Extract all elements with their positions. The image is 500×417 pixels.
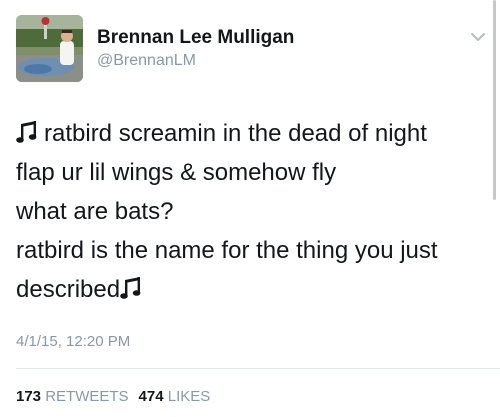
chevron-down-icon[interactable]: [470, 30, 486, 42]
musical-note-icon: [120, 273, 142, 299]
tweet-line: described: [16, 270, 488, 309]
tweet-line: flap ur lil wings & somehow fly: [16, 159, 337, 186]
divider: [16, 368, 500, 369]
musical-note-icon: [16, 117, 38, 143]
retweets-count: 173: [16, 388, 42, 405]
tweet-line: what are bats?: [16, 198, 174, 225]
likes-count: 474: [138, 388, 164, 405]
tweet-timestamp[interactable]: 4/1/15, 12:20 PM: [16, 333, 130, 350]
likes-stat[interactable]: 474 LIKES: [139, 388, 211, 405]
retweets-label: RETWEETS: [45, 388, 129, 405]
retweets-stat[interactable]: 173 RETWEETS: [16, 388, 129, 405]
tweet-card: Brennan Lee Mulligan @BrennanLM ratbird …: [0, 0, 500, 417]
tweet-line: ratbird is the name for the thing you ju…: [16, 237, 438, 264]
author-display-name[interactable]: Brennan Lee Mulligan: [97, 27, 294, 49]
author-handle[interactable]: @BrennanLM: [97, 52, 196, 70]
tweet-line-text: ratbird screamin in the dead of night: [44, 120, 427, 147]
tweet-line: ratbird screamin in the dead of night: [16, 114, 488, 153]
tweet-stats: 173 RETWEETS 474 LIKES: [16, 388, 210, 405]
scrollbar[interactable]: [493, 0, 496, 200]
tweet-text: ratbird screamin in the dead of night fl…: [16, 114, 488, 309]
likes-label: LIKES: [167, 388, 211, 405]
tweet-line-text: described: [16, 276, 121, 303]
avatar[interactable]: [16, 15, 83, 82]
profile-photo-icon: [16, 15, 83, 82]
